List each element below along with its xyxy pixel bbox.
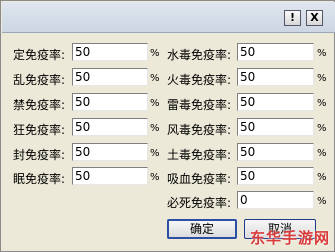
percent-sign: %	[150, 98, 160, 109]
percent-sign: %	[317, 73, 327, 84]
label-ding-immunity: 定免疫率:	[13, 48, 66, 62]
input-earth-poison-immunity[interactable]: 50	[237, 143, 314, 161]
help-button[interactable]: !	[284, 10, 301, 26]
percent-sign: %	[150, 148, 160, 159]
input-fire-poison-immunity[interactable]: 50	[237, 68, 314, 86]
percent-sign: %	[317, 123, 327, 134]
percent-sign: %	[317, 48, 327, 59]
percent-sign: %	[317, 172, 327, 183]
input-wind-poison-immunity[interactable]: 50	[237, 118, 314, 136]
input-lifesteal-immunity[interactable]: 50	[237, 167, 314, 185]
input-instant-death-immunity[interactable]: 0	[237, 191, 314, 209]
ok-button[interactable]: 确定	[167, 219, 237, 239]
percent-sign: %	[317, 196, 327, 207]
label-earth-poison-immunity: 土毒免疫率:	[167, 148, 232, 162]
label-fire-poison-immunity: 火毒免疫率:	[167, 73, 232, 87]
input-water-poison-immunity[interactable]: 50	[237, 43, 314, 61]
immunity-dialog: ! X 定免疫率: 50 % 乱免疫率: 50 % 禁免疫率: 50 % 狂免疫…	[0, 0, 335, 252]
close-button[interactable]: X	[306, 10, 323, 26]
percent-sign: %	[150, 73, 160, 84]
label-kuang-immunity: 狂免疫率:	[13, 123, 66, 137]
input-feng-immunity[interactable]: 50	[72, 143, 148, 161]
input-luan-immunity[interactable]: 50	[72, 68, 148, 86]
percent-sign: %	[150, 48, 160, 59]
input-thunder-poison-immunity[interactable]: 50	[237, 93, 314, 111]
label-mian-immunity: 眠免疫率:	[13, 172, 66, 186]
label-water-poison-immunity: 水毒免疫率:	[167, 48, 232, 62]
label-luan-immunity: 乱免疫率:	[13, 73, 66, 87]
input-ding-immunity[interactable]: 50	[72, 43, 148, 61]
watermark: 东华手游网	[249, 229, 330, 247]
input-mian-immunity[interactable]: 50	[72, 167, 148, 185]
input-kuang-immunity[interactable]: 50	[72, 118, 148, 136]
percent-sign: %	[150, 172, 160, 183]
title-bar: ! X	[2, 2, 335, 33]
percent-sign: %	[317, 98, 327, 109]
label-jin-immunity: 禁免疫率:	[13, 98, 66, 112]
label-thunder-poison-immunity: 雷毒免疫率:	[167, 98, 232, 112]
input-jin-immunity[interactable]: 50	[72, 93, 148, 111]
label-feng-immunity: 封免疫率:	[13, 148, 66, 162]
label-lifesteal-immunity: 吸血免疫率:	[167, 172, 232, 186]
label-instant-death-immunity: 必死免疫率:	[167, 196, 232, 210]
percent-sign: %	[150, 123, 160, 134]
percent-sign: %	[317, 148, 327, 159]
label-wind-poison-immunity: 风毒免疫率:	[167, 123, 232, 137]
